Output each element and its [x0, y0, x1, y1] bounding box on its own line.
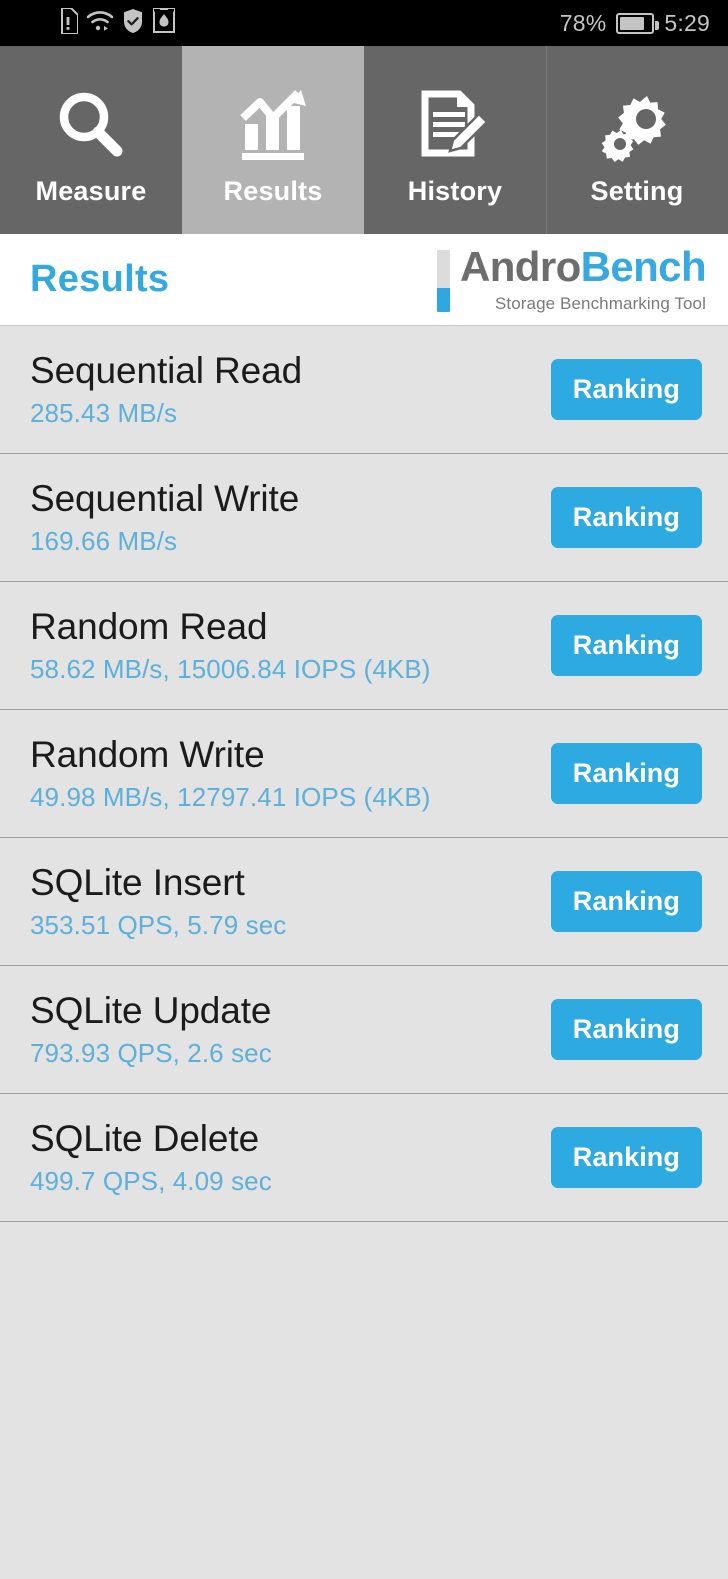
table-row[interactable]: Random Read 58.62 MB/s, 15006.84 IOPS (4K…	[0, 582, 728, 710]
results-list: Sequential Read 285.43 MB/s Ranking Sequent…	[0, 326, 728, 1579]
shield-check-icon	[122, 8, 144, 39]
tab-setting-label: Setting	[590, 175, 684, 206]
result-title: Sequential Write	[30, 478, 300, 520]
tab-history-label: History	[407, 175, 503, 206]
tab-results-label: Results	[223, 175, 323, 206]
result-title: SQLite Delete	[30, 1118, 260, 1160]
table-row[interactable]: SQLite Delete 499.7 QPS, 4.09 sec Ranking	[0, 1094, 728, 1222]
ranking-button[interactable]: Ranking	[550, 359, 702, 420]
logo-text: AndroBench Storage Benchmarking Tool	[459, 242, 707, 314]
result-value: 499.7 QPS, 4.09 sec	[30, 1165, 272, 1196]
result-info: Sequential Read 285.43 MB/s	[30, 350, 302, 428]
table-row[interactable]: SQLite Update 793.93 QPS, 2.6 sec Ranking	[0, 966, 728, 1094]
tab-setting[interactable]: Setting	[546, 46, 728, 234]
result-title: SQLite Update	[30, 990, 272, 1032]
result-info: Random Write 49.98 MB/s, 12797.41 IOPS (4…	[30, 734, 431, 812]
ranking-button[interactable]: Ranking	[550, 999, 702, 1060]
document-pencil-icon	[415, 82, 495, 170]
status-bar-left-icons	[58, 6, 175, 39]
logo-subtitle: Storage Benchmarking Tool	[494, 293, 706, 313]
result-value: 285.43 MB/s	[30, 397, 178, 428]
result-value: 793.93 QPS, 2.6 sec	[30, 1037, 272, 1068]
logo-wordmark: AndroBench	[459, 242, 707, 290]
clock-label: 5:29	[664, 9, 710, 36]
battery-icon	[616, 12, 660, 34]
wifi-icon	[86, 10, 114, 37]
ranking-button[interactable]: Ranking	[550, 487, 702, 548]
result-title: Random Read	[30, 606, 268, 648]
result-title: SQLite Insert	[30, 862, 245, 904]
result-value: 49.98 MB/s, 12797.41 IOPS (4KB)	[30, 781, 431, 812]
result-info: Sequential Write 169.66 MB/s	[30, 478, 299, 556]
result-info: Random Read 58.62 MB/s, 15006.84 IOPS (4K…	[30, 606, 431, 684]
logo-word-bench: Bench	[580, 242, 707, 290]
app-screen: 78% 5:29 Measure Results History Setting…	[0, 0, 728, 1579]
table-row[interactable]: SQLite Insert 353.51 QPS, 5.79 sec Ranking	[0, 838, 728, 966]
huawei-hiapp-icon	[153, 8, 175, 38]
table-row[interactable]: Sequential Read 285.43 MB/s Ranking	[0, 326, 728, 454]
result-info: SQLite Delete 499.7 QPS, 4.09 sec	[30, 1118, 272, 1196]
page-title: Results	[30, 258, 170, 300]
result-info: SQLite Update 793.93 QPS, 2.6 sec	[30, 990, 272, 1068]
result-value: 58.62 MB/s, 15006.84 IOPS (4KB)	[30, 653, 431, 684]
tab-history[interactable]: History	[364, 46, 546, 234]
gears-icon	[597, 82, 677, 170]
tab-measure-label: Measure	[35, 175, 147, 206]
battery-percent-label: 78%	[559, 9, 607, 36]
result-title: Random Write	[30, 734, 265, 776]
status-bar-right-group: 78% 5:29	[560, 10, 710, 37]
result-value: 353.51 QPS, 5.79 sec	[30, 909, 287, 940]
bar-chart-trend-icon	[233, 82, 313, 170]
tab-results[interactable]: Results	[182, 46, 364, 234]
result-value: 169.66 MB/s	[30, 525, 178, 556]
logo-word-andro: Andro	[459, 242, 581, 290]
result-info: SQLite Insert 353.51 QPS, 5.79 sec	[30, 862, 286, 940]
main-tab-bar: Measure Results History Setting	[0, 46, 728, 234]
ranking-button[interactable]: Ranking	[550, 615, 702, 676]
result-title: Sequential Read	[30, 350, 303, 392]
ranking-button[interactable]: Ranking	[550, 1127, 702, 1188]
androbench-logo: AndroBench Storage Benchmarking Tool	[436, 242, 707, 314]
tab-measure[interactable]: Measure	[0, 46, 182, 234]
table-row[interactable]: Sequential Write 169.66 MB/s Ranking	[0, 454, 728, 582]
logo-bar-icon	[436, 249, 450, 312]
table-row[interactable]: Random Write 49.98 MB/s, 12797.41 IOPS (4…	[0, 710, 728, 838]
sd-card-alert-icon	[58, 6, 79, 39]
app-header: Results AndroBench Storage Benchmarking …	[0, 234, 728, 326]
magnifier-icon	[51, 82, 131, 170]
ranking-button[interactable]: Ranking	[550, 743, 702, 804]
ranking-button[interactable]: Ranking	[550, 871, 702, 932]
status-bar: 78% 5:29	[0, 0, 728, 46]
